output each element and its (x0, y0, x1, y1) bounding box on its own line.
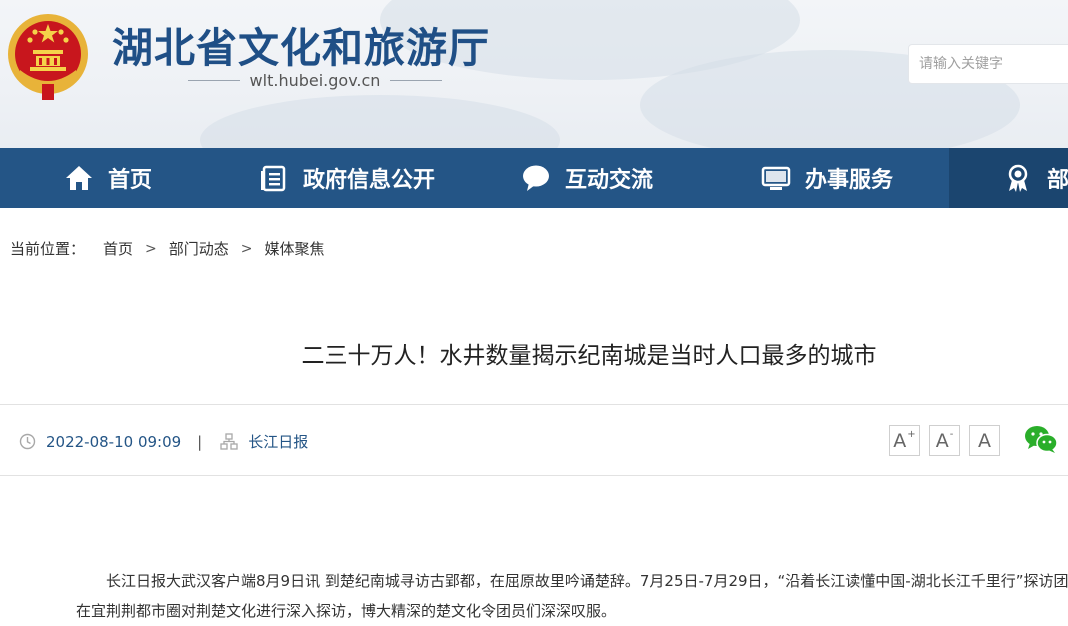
font-button-label: A (935, 429, 949, 452)
nav-item-home[interactable]: 首页 (64, 148, 152, 208)
article-datetime: 2022-08-10 09:09 (46, 432, 182, 451)
article-meta-info: 2022-08-10 09:09 | 长江日报 (19, 431, 308, 452)
site-header: 湖北省文化和旅游厅 wlt.hubei.gov.cn (0, 0, 1068, 148)
clock-icon (19, 433, 36, 450)
domain-divider-line (390, 80, 442, 81)
breadcrumb-link-media-focus[interactable]: 媒体聚焦 (265, 238, 325, 259)
breadcrumb-separator: > (240, 240, 253, 257)
breadcrumb-label: 当前位置： (10, 240, 86, 258)
font-size-decrease-button[interactable]: A- (929, 425, 960, 456)
nav-item-department[interactable]: 部 (1003, 148, 1068, 208)
nav-item-gov-info[interactable]: 政府信息公开 (259, 148, 435, 208)
home-icon (66, 166, 92, 190)
article-source: 长江日报 (248, 433, 309, 451)
wechat-share-icon[interactable] (1024, 424, 1058, 454)
nav-item-label: 互动交流 (565, 168, 654, 193)
national-emblem-icon (8, 14, 88, 100)
font-size-reset-button[interactable]: A (969, 425, 1000, 456)
domain-divider-line (188, 80, 240, 81)
article-paragraph: 长江日报大武汉客户端8月9日讯 到楚纪南城寻访古郢都，在屈原故里吟诵楚辞。7月2… (76, 572, 1068, 620)
font-button-label: A (978, 429, 991, 452)
nav-item-label: 办事服务 (805, 168, 894, 193)
article-title: 二三十万人！水井数量揭示纪南城是当时人口最多的城市 (301, 343, 877, 369)
breadcrumb-separator: > (145, 240, 157, 257)
source-sitemap-icon (220, 433, 238, 450)
minus-icon: - (949, 429, 954, 440)
chat-bubble-icon (523, 165, 549, 191)
search-input[interactable] (908, 44, 1068, 84)
nav-item-label: 首页 (108, 168, 153, 193)
nav-item-interaction[interactable]: 互动交流 (521, 148, 653, 208)
header-cloud-decoration (200, 95, 560, 148)
site-title: 湖北省文化和旅游厅 (112, 24, 490, 72)
article-meta-bar: 2022-08-10 09:09 | 长江日报 A + A- A (0, 404, 1068, 476)
font-button-label: A (893, 429, 907, 452)
meta-separator: | (197, 432, 203, 451)
award-badge-icon (1008, 164, 1028, 192)
plus-icon: + (907, 429, 916, 440)
nav-item-label: 政府信息公开 (303, 168, 436, 193)
site-domain: wlt.hubei.gov.cn (188, 71, 442, 90)
breadcrumb: 当前位置： 首页 > 部门动态 > 媒体聚焦 (10, 238, 325, 259)
site-domain-text: wlt.hubei.gov.cn (249, 71, 381, 90)
breadcrumb-link-department-news[interactable]: 部门动态 (169, 238, 229, 259)
breadcrumb-link-home[interactable]: 首页 (103, 238, 133, 259)
article-body: 长江日报大武汉客户端8月9日讯 到楚纪南城寻访古郢都，在屈原故里吟诵楚辞。7月2… (76, 566, 1068, 626)
nav-item-label: 部 (1047, 168, 1068, 193)
nav-item-services[interactable]: 办事服务 (761, 148, 893, 208)
monitor-icon (761, 166, 791, 190)
font-size-increase-button[interactable]: A + (889, 425, 920, 456)
document-list-icon (261, 165, 286, 192)
